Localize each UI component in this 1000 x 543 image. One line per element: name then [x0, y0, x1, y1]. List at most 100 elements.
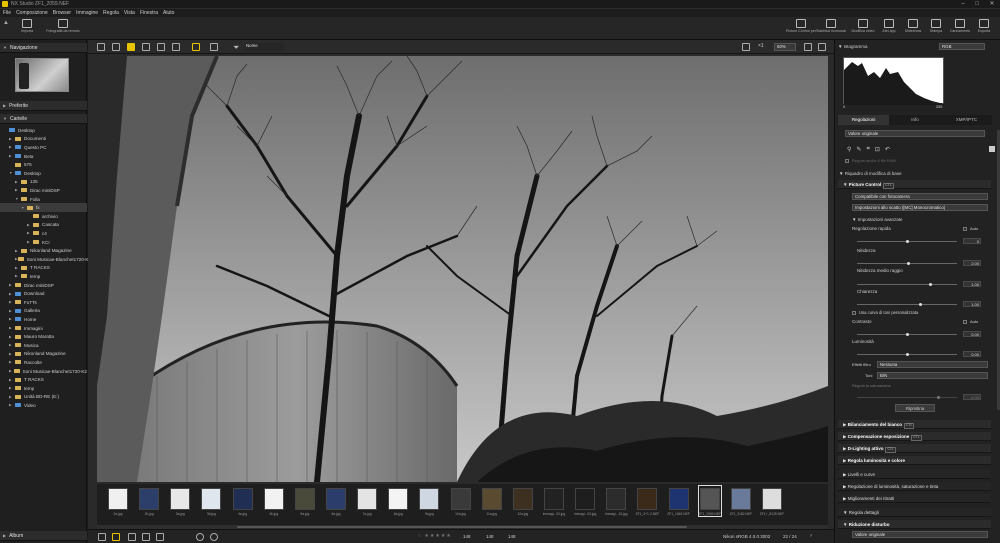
raw-checkbox[interactable]: [845, 159, 849, 163]
basic-section-header[interactable]: ▼ Riquadro di modifica di base: [839, 171, 902, 176]
brush-icon[interactable]: ✎: [856, 146, 861, 153]
split-view-icon[interactable]: [157, 43, 165, 51]
clarity-knob[interactable]: [919, 303, 922, 306]
folder-tree-item[interactable]: ▶ Unità BD-RE (E:): [0, 393, 87, 402]
tab-xmp[interactable]: XMP/IPTC: [941, 115, 992, 125]
minimize-icon[interactable]: –: [956, 0, 970, 9]
filmstrip-thumb[interactable]: 9a.jpg: [418, 486, 440, 516]
filmstrip-thumb[interactable]: 3b.jpg: [200, 486, 222, 516]
curve-checkbox[interactable]: [852, 311, 856, 315]
filmstrip-thumb[interactable]: 11a.jpg: [481, 486, 503, 516]
brightness-color-header[interactable]: ▶ Regola luminosità e colore: [838, 456, 991, 465]
folder-tree-item[interactable]: ▶ Home: [0, 315, 87, 324]
mid-sharpness-slider[interactable]: [857, 283, 957, 286]
quick-value[interactable]: 0: [963, 238, 981, 244]
folder-tree-item[interactable]: ▶ Beta: [0, 152, 87, 161]
filmstrip-thumb[interactable]: 7a.jpg: [356, 486, 378, 516]
list-view-icon[interactable]: [112, 43, 120, 51]
quick-slider[interactable]: [857, 240, 957, 243]
picker-icon[interactable]: ⚲: [847, 146, 851, 153]
menu-finestra[interactable]: Finestra: [140, 10, 158, 16]
folder-tree-item[interactable]: ▶ T RACKS: [0, 264, 87, 273]
folder-tree-item[interactable]: ▶ Nikonland Magazine: [0, 246, 87, 255]
close-icon[interactable]: ✕: [985, 0, 999, 9]
grid-view-icon[interactable]: [97, 43, 105, 51]
focus-point-icon[interactable]: [192, 43, 200, 51]
histogram-icon[interactable]: [156, 533, 164, 541]
filmstrip-thumb[interactable]: 4b.jpg: [263, 486, 285, 516]
picture-control-header[interactable]: ▼ Picture Control CTL: [838, 180, 991, 189]
filmstrip-thumb[interactable]: ZF1_3+1-2.NEF: [636, 486, 659, 516]
rating-stars[interactable]: ○ ★★★★★: [418, 533, 452, 539]
sharpness-value[interactable]: 2.00: [963, 260, 981, 266]
filmstrip-thumb[interactable]: 2a.jpg: [107, 486, 129, 516]
folder-tree-item[interactable]: ▶ Questo PC: [0, 143, 87, 152]
filter-icon[interactable]: ⏷: [233, 43, 239, 53]
contrast-knob[interactable]: [906, 333, 909, 336]
pc-mode-select[interactable]: Compatibile con fotocamera: [852, 193, 988, 200]
levels-curves-header[interactable]: ▶ Livelli e curve: [838, 470, 991, 479]
folder-tree-item[interactable]: ▶ Video: [0, 401, 87, 410]
folder-tree-item[interactable]: 575: [0, 160, 87, 169]
filmstrip-thumb[interactable]: ZF1_1545.NEF: [667, 486, 690, 516]
filmstrip-thumb[interactable]: 12a.jpg: [512, 486, 534, 516]
tab-regolazioni[interactable]: Regolazioni: [838, 115, 890, 125]
folder-tree-item[interactable]: ▼ Desktop: [0, 169, 87, 178]
single-view-icon[interactable]: [127, 43, 135, 51]
grid-icon[interactable]: [142, 533, 150, 541]
filmstrip-thumb[interactable]: 3a.jpg: [169, 486, 191, 516]
quick-auto-checkbox[interactable]: [963, 227, 967, 231]
histogram-channel-select[interactable]: RGB: [939, 43, 985, 50]
folder-tree-item[interactable]: ▶ Dirac miniDSP: [0, 281, 87, 290]
folder-tree-item[interactable]: archivio: [0, 212, 87, 221]
folder-tree-item[interactable]: ▶ Soni Musicae-Blanchet1720-K2: [0, 367, 87, 376]
folder-tree-item[interactable]: ▶ Immagini: [0, 324, 87, 333]
histogram-title[interactable]: ▼ Istogramma: [838, 44, 867, 49]
portrait-header[interactable]: ▶ Miglioramenti dei ritratti: [838, 494, 991, 503]
clarity-slider[interactable]: [857, 303, 957, 306]
rotate-left-icon[interactable]: [196, 533, 204, 541]
filmstrip-thumb[interactable]: 2b.jpg: [138, 486, 160, 516]
filter-select[interactable]: Nome: [244, 43, 284, 51]
navigator-header[interactable]: ▼ Navigazione: [0, 43, 87, 53]
saturation-value[interactable]: 4.00: [963, 394, 981, 400]
export-button[interactable]: Esporta: [969, 19, 999, 38]
filmstrip-thumb[interactable]: 10a.jpg: [450, 486, 472, 516]
lsh-header[interactable]: ▶ Regolazione di luminosità, saturazione…: [838, 482, 991, 491]
folders-header[interactable]: ▼ Cartelle: [0, 114, 87, 124]
straighten-icon[interactable]: ⊡: [875, 146, 880, 153]
filmstrip-thumb[interactable]: 4a.jpg: [232, 486, 254, 516]
tone-select[interactable]: B/N: [877, 372, 988, 379]
brightness-value[interactable]: 0.00: [963, 351, 981, 357]
folder-tree-item[interactable]: ▶ Download: [0, 289, 87, 298]
crop-icon[interactable]: ⌗: [866, 146, 869, 153]
nef-button[interactable]: Stabilisci riconoscimento XMP: [816, 19, 846, 38]
filmstrip-thumb[interactable]: immagi...03.jpg: [543, 486, 565, 516]
toolbar-handle-icon[interactable]: ▲: [3, 20, 9, 26]
album-header[interactable]: ▶ Album: [0, 531, 87, 541]
filmstrip-thumb[interactable]: ZF1_2059.NEF: [697, 485, 722, 517]
undo-icon[interactable]: ↶: [885, 146, 890, 153]
chevron-right-icon[interactable]: ▶: [9, 369, 14, 373]
zoom-in-icon[interactable]: [818, 43, 826, 51]
clarity-value[interactable]: 1.00: [963, 301, 981, 307]
folder-tree-item[interactable]: ▶ Galleria: [0, 307, 87, 316]
highlight-icon[interactable]: [210, 43, 218, 51]
folder-tree-item[interactable]: ▶ c4: [0, 229, 87, 238]
layout-icon[interactable]: [98, 533, 106, 541]
filmstrip-thumb[interactable]: 6a.jpg: [325, 486, 347, 516]
menu-immagine[interactable]: Immagine: [76, 10, 98, 16]
menu-browser[interactable]: Browser: [53, 10, 71, 16]
folder-tree-item[interactable]: ▼ fx: [0, 203, 87, 212]
picture-control-button[interactable]: Picture Control personalizzato: [786, 19, 816, 38]
folder-tree-item[interactable]: ▶ Documenti: [0, 135, 87, 144]
quick-knob[interactable]: [906, 240, 909, 243]
compare-icon[interactable]: [128, 533, 136, 541]
tab-info[interactable]: Info: [889, 115, 940, 125]
folder-tree-item[interactable]: ▼ Folla: [0, 195, 87, 204]
reset-button[interactable]: Ripristina: [895, 404, 935, 412]
maximize-icon[interactable]: □: [970, 0, 984, 9]
filmstrip-thumb[interactable]: immagi...15.jpg: [605, 486, 627, 516]
sharpness-slider[interactable]: [857, 262, 957, 265]
folder-tree-item[interactable]: ▶ Musica: [0, 341, 87, 350]
